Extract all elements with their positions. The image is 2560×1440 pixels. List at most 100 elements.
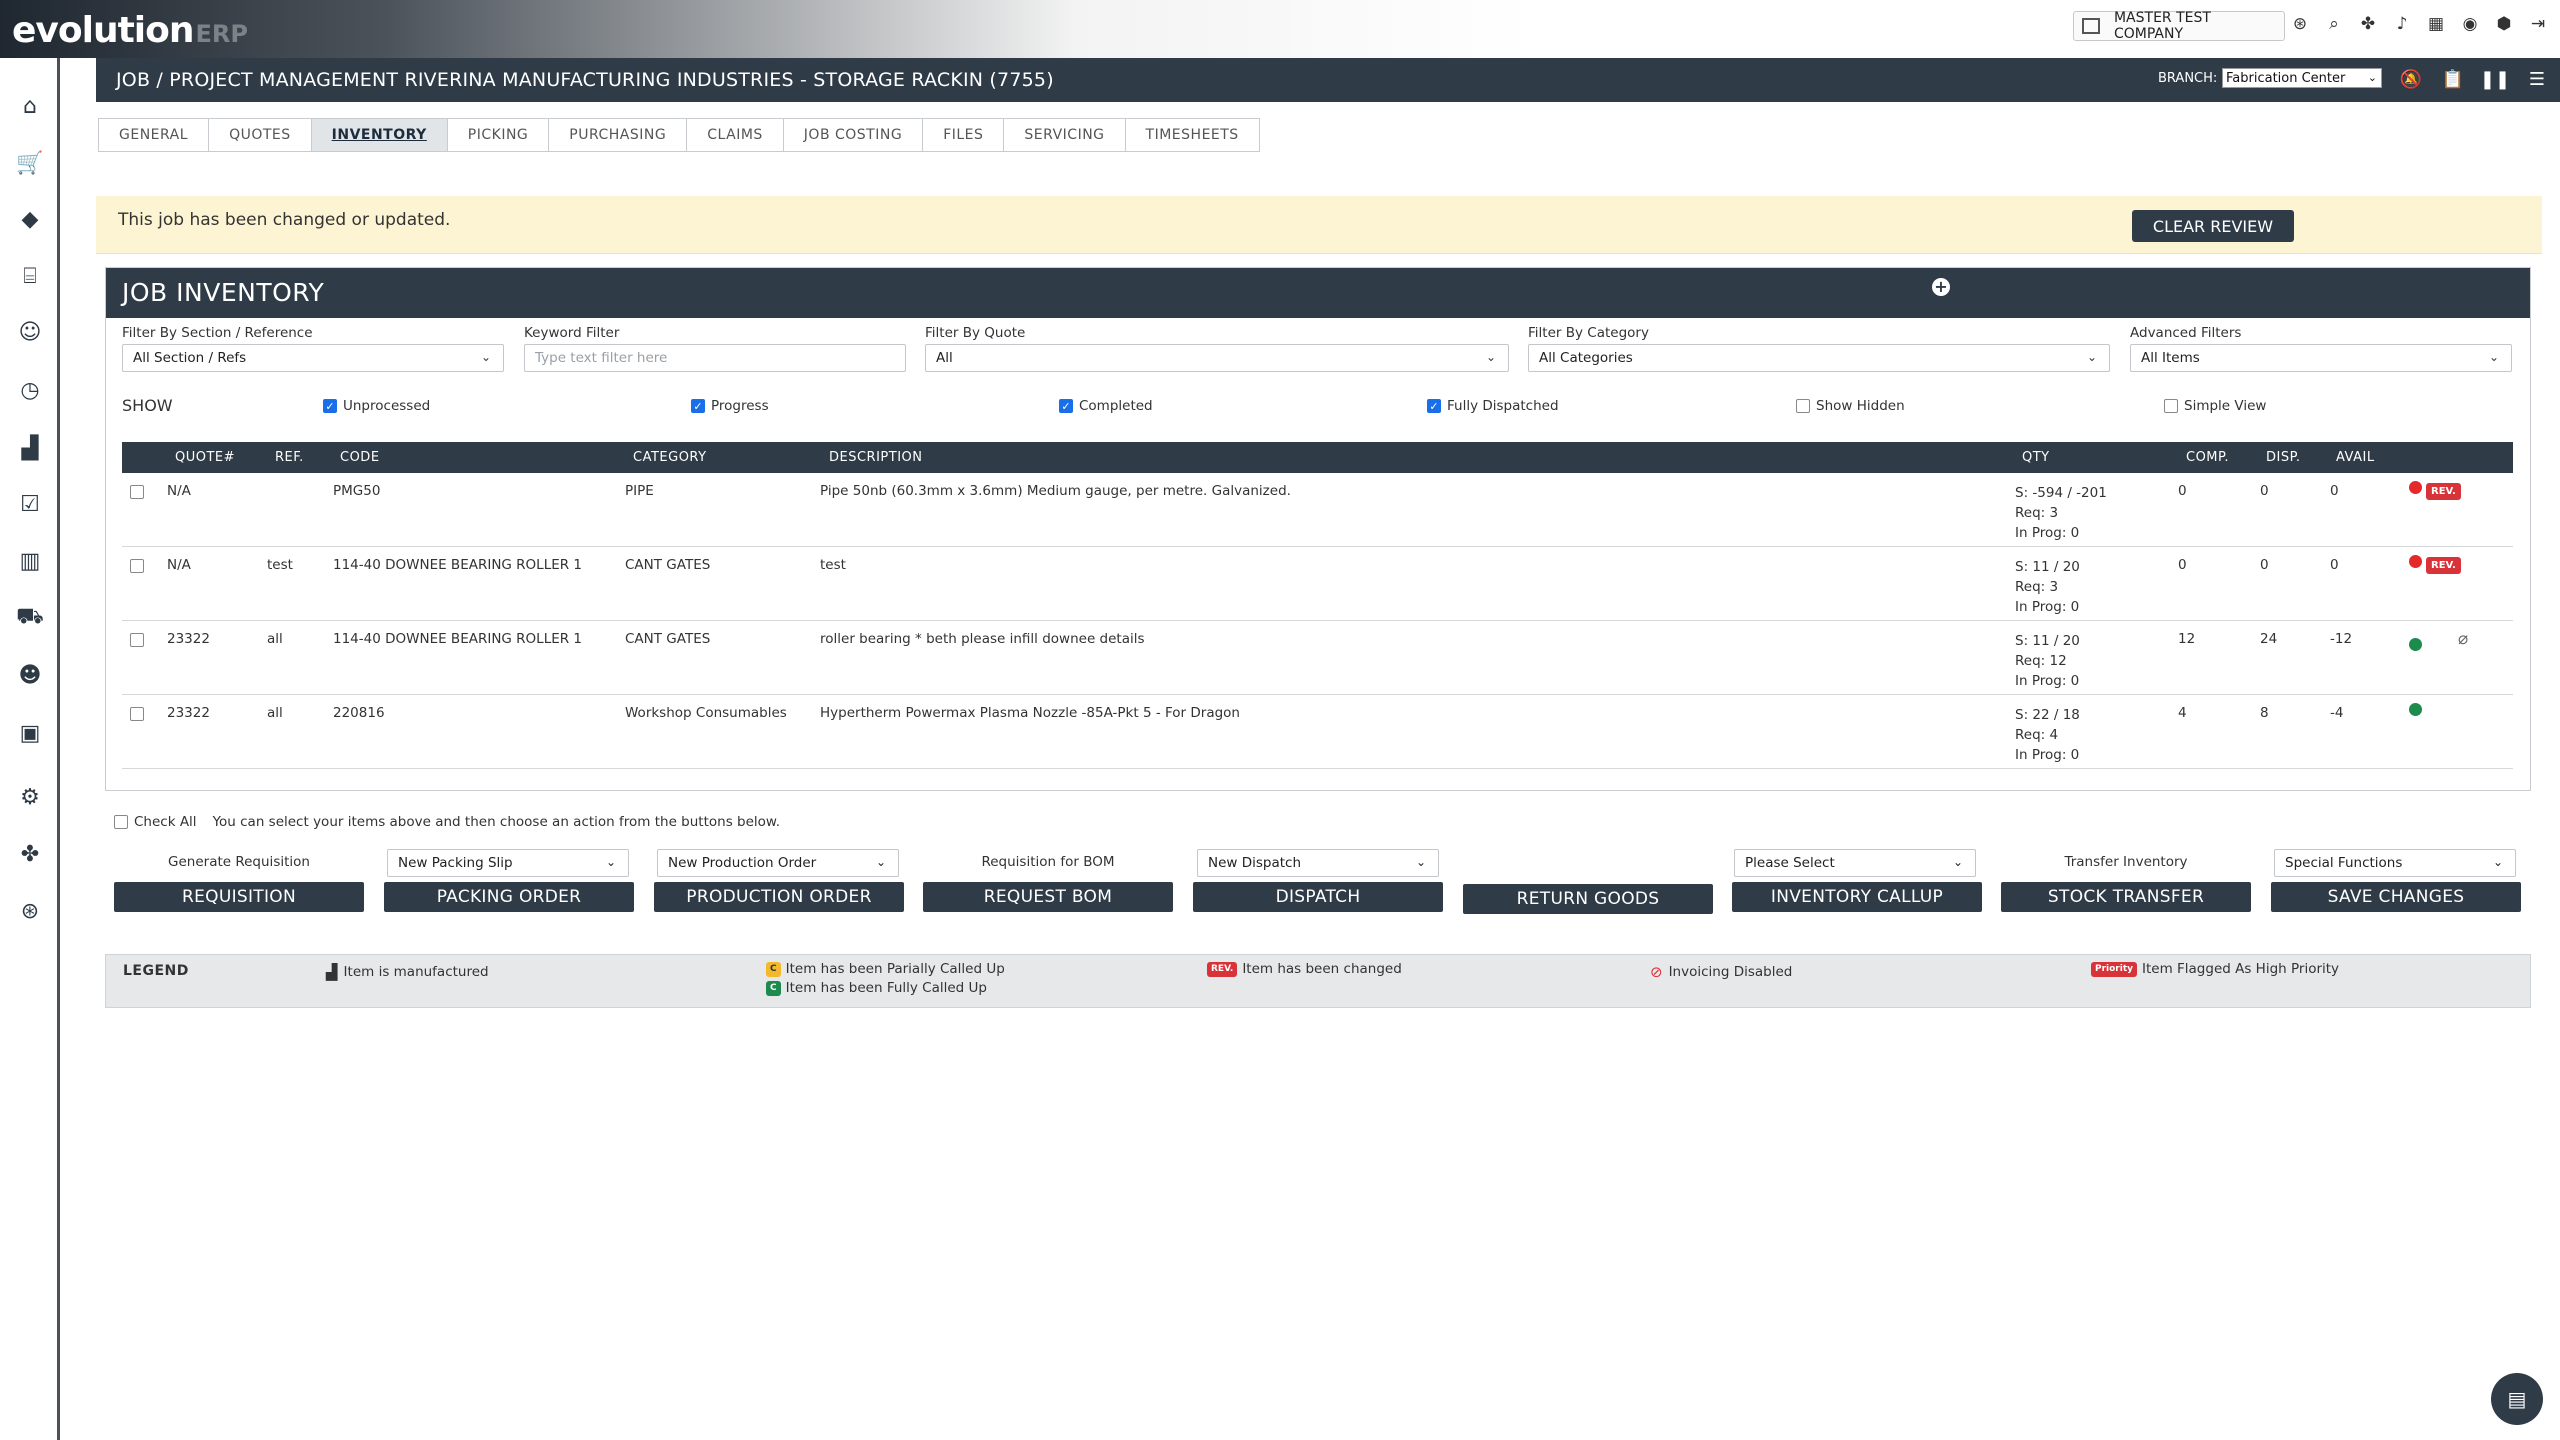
tab-job-costing[interactable]: JOB COSTING (782, 118, 924, 152)
tab-quotes[interactable]: QUOTES (208, 118, 312, 152)
truck-icon[interactable]: ⛟ (14, 602, 46, 634)
table-row[interactable]: 23322 all 220816 Workshop Consumables Hy… (122, 695, 2513, 769)
requisition-button[interactable]: REQUISITION (114, 882, 364, 912)
col-category[interactable]: CATEGORY (633, 450, 707, 465)
search-icon[interactable]: ⌕ (2324, 14, 2344, 34)
factory-icon[interactable]: ▟ (14, 432, 46, 464)
packing-order-button[interactable]: PACKING ORDER (384, 882, 634, 912)
app-logo[interactable]: evolution ERP (12, 10, 248, 51)
clear-review-button[interactable]: CLEAR REVIEW (2132, 210, 2294, 242)
tab-purchasing[interactable]: PURCHASING (548, 118, 688, 152)
clipboard-icon[interactable]: 📋 (2442, 68, 2464, 90)
calculator-icon[interactable]: ▤ (2491, 1373, 2543, 1425)
col-ref[interactable]: REF. (275, 450, 304, 465)
col-quote[interactable]: QUOTE# (175, 450, 235, 465)
user-icon[interactable]: ◉ (2460, 14, 2480, 34)
pause-icon[interactable]: ❚❚ (2480, 68, 2510, 90)
request-bom-button[interactable]: REQUEST BOM (923, 882, 1173, 912)
inventory-callup-button[interactable]: INVENTORY CALLUP (1732, 882, 1982, 912)
users-icon[interactable]: ☻ (14, 659, 46, 691)
save-changes-button[interactable]: SAVE CHANGES (2271, 882, 2521, 912)
row-checkbox[interactable] (130, 559, 144, 573)
gear-icon[interactable]: ⚙ (14, 781, 46, 813)
table-row[interactable]: N/A test 114-40 DOWNEE BEARING ROLLER 1 … (122, 547, 2513, 621)
calendar-icon[interactable]: ▦ (2426, 14, 2446, 34)
stock-transfer-button[interactable]: STOCK TRANSFER (2001, 882, 2251, 912)
shield-icon[interactable]: ⬢ (2494, 14, 2514, 34)
tab-servicing[interactable]: SERVICING (1003, 118, 1126, 152)
clock-icon[interactable]: ◷ (14, 374, 46, 406)
col-description[interactable]: DESCRIPTION (829, 450, 923, 465)
menu-icon[interactable]: ☰ (2526, 68, 2548, 90)
inventory-table-header: QUOTE# REF. CODE CATEGORY DESCRIPTION QT… (122, 442, 2513, 473)
row-category: CANT GATES (625, 631, 711, 647)
show-fully-dispatched-checkbox[interactable]: ✓ Fully Dispatched (1427, 398, 1559, 414)
packing-slip-value: New Packing Slip (398, 855, 513, 871)
user-edit-icon[interactable]: ☺ (14, 316, 46, 348)
production-order-select[interactable]: New Production Order ⌄ (657, 849, 899, 877)
chart-icon[interactable]: ▥ (14, 545, 46, 577)
tab-inventory[interactable]: INVENTORY (310, 118, 448, 152)
puzzle-icon[interactable]: ✤ (14, 838, 46, 870)
bell-off-icon[interactable]: 🔕 (2400, 68, 2422, 90)
row-checkbox[interactable] (130, 707, 144, 721)
col-comp[interactable]: COMP. (2186, 450, 2229, 465)
col-disp[interactable]: DISP. (2266, 450, 2301, 465)
logout-icon[interactable]: ⇥ (2528, 14, 2548, 34)
filter-quote-select[interactable]: All ⌄ (925, 344, 1509, 372)
table-row[interactable]: N/A PMG50 PIPE Pipe 50nb (60.3mm x 3.6mm… (122, 473, 2513, 547)
keyword-filter-input[interactable]: Type text filter here (524, 344, 906, 372)
clipboard-check-icon[interactable]: ☑ (14, 488, 46, 520)
special-functions-select[interactable]: Special Functions ⌄ (2274, 849, 2516, 877)
row-description: test (820, 557, 846, 573)
simple-view-checkbox[interactable]: Simple View (2164, 398, 2266, 414)
qty-required: Req: 3 (2015, 579, 2059, 595)
col-avail[interactable]: AVAIL (2336, 450, 2375, 465)
row-checkbox[interactable] (130, 633, 144, 647)
plugin-icon[interactable]: ✤ (2358, 14, 2378, 34)
id-card-icon[interactable]: ▣ (14, 717, 46, 749)
filter-section-label: Filter By Section / Reference (122, 325, 313, 341)
col-qty[interactable]: QTY (2022, 450, 2050, 465)
tab-picking[interactable]: PICKING (446, 118, 550, 152)
tab-timesheets[interactable]: TIMESHEETS (1124, 118, 1260, 152)
packing-slip-select[interactable]: New Packing Slip ⌄ (387, 849, 629, 877)
lifebuoy-icon[interactable]: ⊛ (14, 895, 46, 927)
filter-section-select[interactable]: All Section / Refs ⌄ (122, 344, 504, 372)
production-order-button[interactable]: PRODUCTION ORDER (654, 882, 904, 912)
tab-general[interactable]: GENERAL (98, 118, 210, 152)
row-checkbox[interactable] (130, 485, 144, 499)
show-progress-checkbox[interactable]: ✓ Progress (691, 398, 769, 414)
show-completed-checkbox[interactable]: ✓ Completed (1059, 398, 1153, 414)
cart-icon[interactable]: 🛒 (14, 147, 46, 179)
keyword-filter-placeholder: Type text filter here (535, 350, 668, 366)
support-icon[interactable]: ⊛ (2290, 14, 2310, 34)
dispatch-button[interactable]: DISPATCH (1193, 882, 1443, 912)
bank-icon[interactable]: ⌸ (14, 260, 46, 292)
home-icon[interactable]: ⌂ (14, 90, 46, 122)
show-unprocessed-checkbox[interactable]: ✓ Unprocessed (323, 398, 430, 414)
tab-claims[interactable]: CLAIMS (686, 118, 784, 152)
add-item-icon[interactable]: + (1932, 278, 1950, 296)
col-code[interactable]: CODE (340, 450, 380, 465)
company-selector[interactable]: MASTER TEST COMPANY (2073, 10, 2285, 42)
branch-select[interactable]: Fabrication Center ⌄ (2222, 68, 2382, 88)
paperclip-icon[interactable]: ⌀ (2458, 629, 2468, 649)
legend-text: Item is manufactured (343, 964, 489, 980)
check-all-checkbox[interactable]: Check All You can select your items abov… (114, 814, 780, 830)
show-hidden-checkbox[interactable]: Show Hidden (1796, 398, 1905, 414)
return-goods-button[interactable]: RETURN GOODS (1463, 884, 1713, 914)
table-row[interactable]: 23322 all 114-40 DOWNEE BEARING ROLLER 1… (122, 621, 2513, 695)
dispatch-select[interactable]: New Dispatch ⌄ (1197, 849, 1439, 877)
page-title: JOB / PROJECT MANAGEMENT RIVERINA MANUFA… (116, 69, 1054, 91)
bell-icon[interactable]: ♪ (2392, 14, 2412, 34)
filter-category-select[interactable]: All Categories ⌄ (1528, 344, 2110, 372)
tag-icon[interactable]: ◆ (14, 203, 46, 235)
row-qty: S: -594 / -201 Req: 3 In Prog: 0 (2015, 483, 2107, 543)
row-code: 114-40 DOWNEE BEARING ROLLER 1 (333, 631, 583, 647)
row-comp: 4 (2178, 705, 2187, 721)
status-dot (2409, 638, 2422, 651)
advanced-filters-select[interactable]: All Items ⌄ (2130, 344, 2512, 372)
inventory-callup-select[interactable]: Please Select ⌄ (1734, 849, 1976, 877)
tab-files[interactable]: FILES (922, 118, 1005, 152)
